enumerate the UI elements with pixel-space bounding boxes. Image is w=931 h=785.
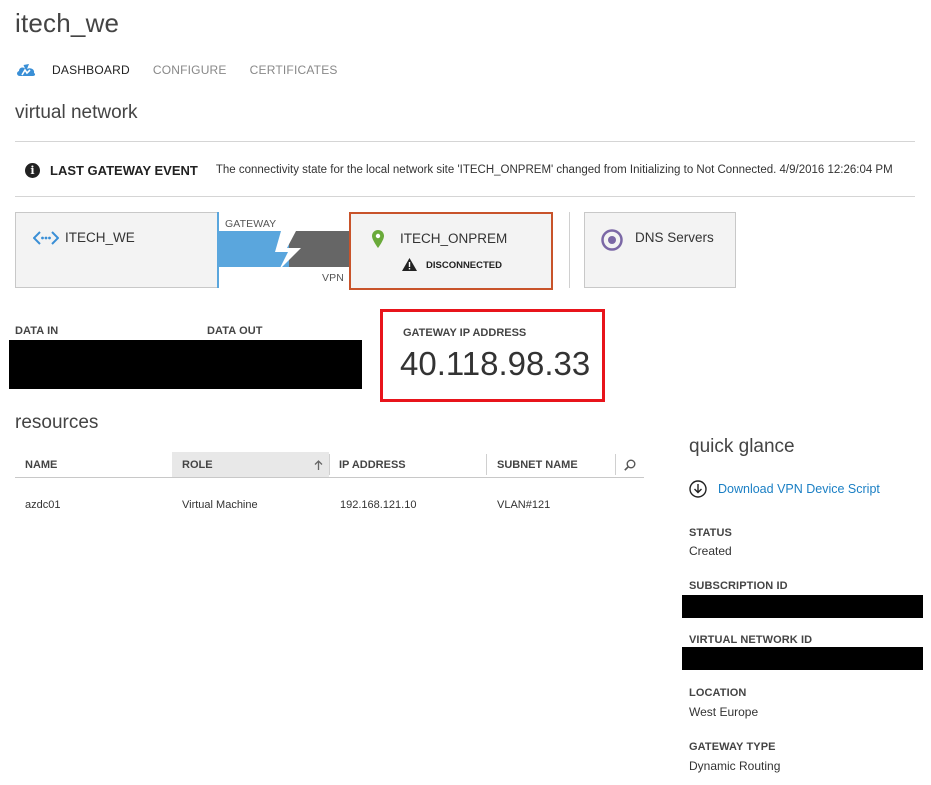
location-value: West Europe [689,705,759,719]
status-value: Created [689,544,732,558]
gateway-type-value: Dynamic Routing [689,759,781,773]
event-label: LAST GATEWAY EVENT [50,162,198,178]
cell-name: azdc01 [25,499,61,511]
status-label: STATUS [689,527,732,539]
dns-target-icon [601,229,623,251]
gateway-label: GATEWAY [225,218,277,230]
azure-cloud-icon [17,64,36,76]
download-icon [689,480,707,498]
column-header-name[interactable]: NAME [15,452,172,477]
gateway-ip-value: 40.118.98.33 [400,345,591,382]
virtual-network-id-label: VIRTUAL NETWORK ID [689,634,813,646]
cell-subnet: VLAN#121 [497,499,551,511]
local-network-tile[interactable]: ITECH_ONPREM DISCONNECTED [349,212,553,290]
quick-glance-title: quick glance [689,436,795,457]
gateway-ip-panel: GATEWAY IP ADDRESS 40.118.98.33 [380,309,605,402]
location-pin-icon [372,230,384,248]
data-out-label: DATA OUT [207,325,263,337]
divider [15,141,915,142]
column-header-role[interactable]: ROLE [172,452,329,477]
redacted-data-values [9,340,362,389]
redacted-subscription-id [682,595,923,618]
subscription-id-label: SUBSCRIPTION ID [689,580,788,592]
connection-status: DISCONNECTED [426,260,503,271]
section-title: virtual network [15,102,138,123]
warning-icon [402,258,417,271]
table-row[interactable]: azdc01 Virtual Machine 192.168.121.10 VL… [15,493,644,517]
search-icon[interactable] [624,459,636,471]
tab-dashboard[interactable]: DASHBOARD [52,63,130,77]
column-header-ip-address[interactable]: IP ADDRESS [329,452,486,477]
event-message: The connectivity state for the local net… [215,164,893,176]
tab-bar: DASHBOARD CONFIGURE CERTIFICATES [15,60,361,80]
divider [15,196,915,197]
download-vpn-script-text[interactable]: Download VPN Device Script [718,482,880,496]
dns-servers-label: DNS Servers [635,230,714,245]
last-gateway-event: i LAST GATEWAY EVENT The connectivity st… [25,160,893,180]
redacted-virtual-network-id [682,647,923,670]
download-vpn-script-link[interactable]: Download VPN Device Script [689,480,880,498]
location-label: LOCATION [689,687,747,699]
dns-servers-tile[interactable]: DNS Servers [584,212,736,288]
tab-certificates[interactable]: CERTIFICATES [250,63,338,77]
divider [569,212,570,288]
vpn-label: VPN [322,272,344,284]
cell-role: Virtual Machine [182,499,258,511]
column-header-subnet-name[interactable]: SUBNET NAME [487,452,615,477]
gateway-type-label: GATEWAY TYPE [689,741,776,753]
virtual-network-name: ITECH_WE [65,230,135,245]
local-network-name: ITECH_ONPREM [400,231,508,246]
info-icon: i [25,162,40,178]
page-title: itech_we [15,8,120,38]
virtual-network-tile[interactable]: ITECH_WE [15,212,218,288]
resources-table-header: NAME ROLE IP ADDRESS SUBNET NAME [15,452,644,478]
data-in-label: DATA IN [15,325,59,337]
virtual-network-icon [33,231,59,245]
gateway-ip-label: GATEWAY IP ADDRESS [403,327,527,339]
sort-ascending-icon [314,460,323,470]
resources-title: resources [15,412,99,433]
cell-ip-address: 192.168.121.10 [340,499,417,511]
tab-configure[interactable]: CONFIGURE [153,63,227,77]
